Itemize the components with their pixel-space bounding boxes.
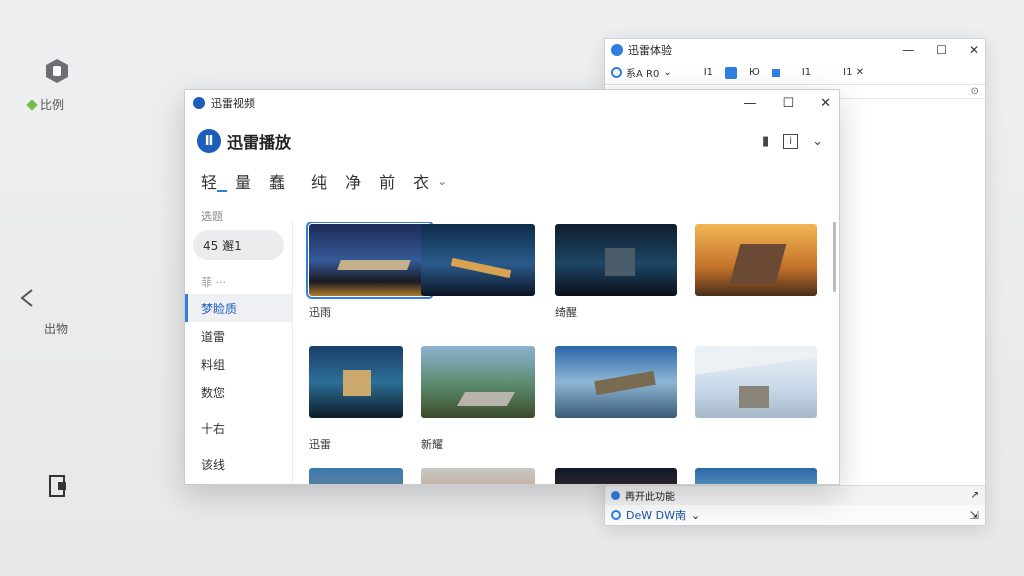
thumbnail-image[interactable] [309,468,403,484]
app-title-icon [193,97,205,109]
back-arrow-icon[interactable] [18,288,36,308]
thumbnail-image[interactable] [555,224,677,296]
thumbnail-image[interactable] [309,346,403,418]
sidebar: 选题 45 邂1 菲 ··· 梦睑质 道雷 料组 数您 十右 该线 [185,210,293,484]
brand-icon [611,510,621,520]
search-input[interactable]: 45 邂1 [193,230,284,260]
sidebar-item-1[interactable]: 梦睑质 [185,294,292,322]
app-header: Ⅱ 迅雷播放 ▮ i ⌄ [185,116,839,166]
bg-app-icon [611,44,623,56]
thumbnail-image[interactable] [555,346,677,418]
sidebar-item-5[interactable]: 十右 [185,414,292,442]
tab-item[interactable]: 量 [235,169,251,193]
thumbnail-image[interactable] [421,346,535,418]
bg-window-title: 迅雷体验 [628,44,672,57]
thumbnail-caption: 迅雷 [309,438,331,451]
bg-toolbar-item[interactable]: Ι1 [704,67,713,78]
desktop-app-icon[interactable] [44,58,70,84]
bg-toolbar-menu[interactable]: 系A R0 ⌄ [611,65,672,80]
minimize-icon[interactable]: — [743,96,756,111]
tab-item[interactable]: 净 [345,169,361,193]
close-icon[interactable]: ✕ [969,43,979,57]
status-icon [611,491,620,500]
chevron-down-icon: ⌄ [663,67,672,78]
chevron-down-icon[interactable]: ⌄ [691,509,700,522]
tab-bar: 轻 量 蠢 纯 净 前 衣 ⌄ [185,166,839,196]
chevron-down-icon[interactable]: ⌄ [812,134,823,149]
main-titlebar: 迅雷视频 — ☐ ✕ [185,90,839,116]
sidebar-item-3[interactable]: 料组 [185,350,292,378]
bg-titlebar: 迅雷体验 — ☐ ✕ [605,39,985,61]
blue-square-icon[interactable] [725,66,738,79]
thumbnail-image[interactable] [695,468,817,484]
sidebar-item-4[interactable]: 数您 [185,378,292,406]
bg-toolbar-item[interactable]: Ι1 ✕ [843,67,864,78]
app-name: 迅雷播放 [227,133,292,152]
thumbnail-caption: 新耀 [421,438,443,451]
main-window-title: 迅雷视频 [211,97,255,110]
pin-icon[interactable]: ↗ [971,490,979,501]
bg-status-bar: 再开此功能 ↗ [605,485,985,505]
thumbnail-image[interactable] [421,224,535,296]
hexagon-icon [46,59,68,83]
thumbnail-image[interactable] [306,222,434,299]
main-window[interactable]: 迅雷视频 — ☐ ✕ Ⅱ 迅雷播放 ▮ i ⌄ 轻 量 蠢 纯 净 前 衣 ⌄ … [184,89,840,485]
file-icon[interactable] [48,474,70,498]
tab-item[interactable]: 蠢 [269,169,285,193]
tab-item[interactable]: 前 [379,169,395,193]
active-tab-indicator [217,190,227,192]
sidebar-item-6[interactable]: 该线 [185,450,292,478]
thumbnail-image[interactable] [695,346,817,418]
chevron-down-icon[interactable]: ⌄ [437,174,447,188]
tab-item[interactable]: 纯 [311,169,327,193]
desktop-label-ratio: 比例 [26,96,64,113]
thumbnail-image[interactable] [555,468,677,484]
tab-item[interactable]: 轻 [201,169,217,193]
sidebar-item-2[interactable]: 道雷 [185,322,292,350]
thumbnail-image[interactable] [421,468,535,484]
minimize-icon[interactable]: — [902,43,914,57]
app-logo-icon: Ⅱ [197,129,221,153]
maximize-icon[interactable]: ☐ [936,43,947,57]
settings-icon[interactable]: ⊙ [971,86,979,97]
small-square-icon[interactable] [771,68,780,77]
maximize-icon[interactable]: ☐ [782,96,794,111]
bg-toolbar: 系A R0 ⌄ Ι1 Ю Ι1 Ι1 ✕ [605,61,985,85]
bg-toolbar-item[interactable]: Ю [749,67,760,78]
close-icon[interactable]: ✕ [820,96,831,111]
thumbnail-image[interactable] [695,224,817,296]
scrollbar[interactable] [833,222,836,292]
thumbnail-caption: 绮醒 [555,306,577,319]
chat-icon[interactable]: ▮ [762,134,769,149]
tab-item[interactable]: 衣 [413,169,429,193]
bg-toolbar-item[interactable]: Ι1 [802,67,811,78]
sidebar-more[interactable]: 菲 ··· [185,270,292,294]
image-grid: 迅雨 绮醒 迅雷 新耀 [293,222,839,484]
green-marker-icon [26,98,38,111]
expand-icon[interactable]: ⇲ [970,509,979,522]
thumbnail-caption: 迅雨 [309,306,331,319]
sidebar-caption: 选题 [201,210,223,223]
globe-icon [611,67,622,78]
desktop-label-output: 出物 [44,322,69,336]
bg-bottom-bar: DeW DW南 ⌄ ⇲ [605,505,985,525]
info-icon[interactable]: i [783,133,799,149]
